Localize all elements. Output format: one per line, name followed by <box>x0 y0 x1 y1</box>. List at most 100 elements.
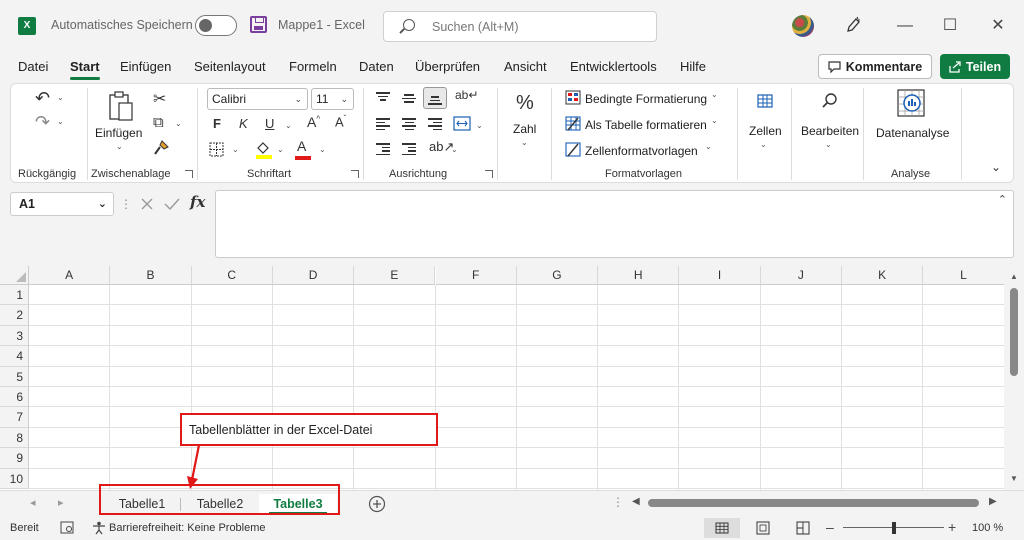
horizontal-scroll-thumb[interactable] <box>648 499 979 507</box>
borders-dropdown-icon[interactable]: ⌄ <box>232 145 239 154</box>
data-analysis-button[interactable]: Datenanalyse <box>876 126 949 140</box>
tab-start[interactable]: Start <box>70 59 100 80</box>
alignment-launcher-icon[interactable] <box>485 170 493 178</box>
autosave-toggle[interactable] <box>195 15 237 36</box>
grow-font-icon[interactable]: A^ <box>307 114 320 130</box>
tab-einfuegen[interactable]: Einfügen <box>120 59 171 74</box>
format-painter-icon[interactable] <box>153 140 169 156</box>
coauthor-pen-icon[interactable] <box>845 16 861 34</box>
wrap-text-icon[interactable]: ab↵ <box>455 88 478 102</box>
column-header-d[interactable]: D <box>272 266 355 285</box>
zoom-level[interactable]: 100 % <box>972 522 1003 534</box>
cancel-icon[interactable] <box>140 197 154 211</box>
font-name-select[interactable]: Calibri ⌄ <box>207 88 308 110</box>
macro-record-icon[interactable] <box>60 521 74 534</box>
vertical-scroll-thumb[interactable] <box>1010 288 1018 376</box>
cells-icon[interactable] <box>756 92 774 110</box>
tab-splitter-icon[interactable]: ⋮ <box>612 495 624 509</box>
bold-button[interactable]: F <box>213 116 221 131</box>
add-sheet-icon[interactable] <box>368 495 386 513</box>
decrease-indent-icon[interactable] <box>376 143 390 155</box>
maximize-button[interactable]: ☐ <box>937 14 963 38</box>
avatar[interactable] <box>792 15 814 37</box>
paste-icon[interactable] <box>108 90 134 122</box>
format-as-table-button[interactable]: Als Tabelle formatieren <box>585 118 707 132</box>
orientation-dropdown-icon[interactable]: ⌄ <box>451 145 458 154</box>
column-header-f[interactable]: F <box>435 266 517 285</box>
borders-icon[interactable] <box>209 142 224 157</box>
tab-seitenlayout[interactable]: Seitenlayout <box>194 59 266 74</box>
format-as-table-icon[interactable] <box>565 116 581 131</box>
page-layout-icon[interactable] <box>756 521 770 535</box>
tab-ueberpruefen[interactable]: Überprüfen <box>415 59 480 74</box>
chevron-down-icon[interactable]: ⌄ <box>711 116 718 125</box>
align-middle-icon[interactable] <box>402 94 416 106</box>
worksheet-grid[interactable]: A B C D E F G H I J K L 1 2 3 4 5 6 7 8 9 10 <box>0 266 1004 490</box>
row-header-5[interactable]: 5 <box>0 366 29 387</box>
tab-daten[interactable]: Daten <box>359 59 394 74</box>
save-icon[interactable] <box>250 16 267 33</box>
formula-input[interactable]: ⌃ <box>215 190 1014 258</box>
chevron-down-icon[interactable]: ⌄ <box>705 142 712 151</box>
merge-center-icon[interactable] <box>453 116 471 131</box>
editing-dropdown-icon[interactable]: ⌄ <box>825 140 832 149</box>
copy-dropdown-icon[interactable]: ⌄ <box>175 119 182 128</box>
paste-label[interactable]: Einfügen <box>95 126 142 140</box>
row-header-8[interactable]: 8 <box>0 427 29 449</box>
enter-icon[interactable] <box>164 197 180 211</box>
cell-styles-button[interactable]: Zellenformatvorlagen <box>585 144 698 158</box>
column-header-e[interactable]: E <box>354 266 436 285</box>
undo-dropdown-icon[interactable]: ⌄ <box>57 93 64 102</box>
row-header-4[interactable]: 4 <box>0 346 29 367</box>
accessibility-icon[interactable] <box>92 521 106 535</box>
redo-icon[interactable]: ↷ <box>35 112 50 133</box>
copy-icon[interactable]: ⧉ <box>153 114 164 131</box>
data-analysis-icon[interactable] <box>896 88 926 118</box>
tab-entwicklertools[interactable]: Entwicklertools <box>570 59 657 74</box>
collapse-ribbon-icon[interactable]: ⌄ <box>991 160 1001 174</box>
editing-label[interactable]: Bearbeiten <box>801 124 859 138</box>
share-button[interactable]: Teilen <box>940 54 1010 79</box>
name-box[interactable]: A1 ⌄ <box>10 192 114 216</box>
merge-dropdown-icon[interactable]: ⌄ <box>476 121 483 130</box>
align-right-icon[interactable] <box>428 118 442 130</box>
row-header-1[interactable]: 1 <box>0 285 29 306</box>
redo-dropdown-icon[interactable]: ⌄ <box>57 117 64 126</box>
accessibility-status[interactable]: Barrierefreiheit: Keine Probleme <box>109 522 266 534</box>
minimize-button[interactable]: — <box>892 14 918 38</box>
select-all-corner[interactable] <box>0 266 29 285</box>
row-header-7[interactable]: 7 <box>0 407 29 428</box>
column-header-k[interactable]: K <box>842 266 924 285</box>
align-center-icon[interactable] <box>402 118 416 130</box>
cut-icon[interactable]: ✂ <box>153 89 166 109</box>
italic-button[interactable]: K <box>239 116 248 131</box>
find-icon[interactable] <box>821 92 838 110</box>
row-header-6[interactable]: 6 <box>0 387 29 408</box>
row-header-9[interactable]: 9 <box>0 448 29 469</box>
scroll-down-icon[interactable]: ▼ <box>1010 474 1018 483</box>
cell-styles-icon[interactable] <box>565 142 581 157</box>
column-header-i[interactable]: I <box>679 266 761 285</box>
column-header-g[interactable]: G <box>516 266 599 285</box>
vertical-scrollbar[interactable]: ▲ ▼ <box>1004 266 1024 490</box>
column-header-l[interactable]: L <box>923 266 1004 285</box>
scroll-right-icon[interactable]: ▶ <box>989 496 997 507</box>
percent-icon[interactable]: % <box>516 92 534 115</box>
cells-dropdown-icon[interactable]: ⌄ <box>760 140 767 149</box>
prev-sheet-icon[interactable]: ◂ <box>30 496 36 509</box>
underline-dropdown-icon[interactable]: ⌄ <box>285 121 292 130</box>
row-header-3[interactable]: 3 <box>0 325 29 347</box>
row-header-2[interactable]: 2 <box>0 305 29 326</box>
chevron-down-icon[interactable]: ⌄ <box>711 90 718 99</box>
comments-button[interactable]: Kommentare <box>818 54 932 79</box>
close-button[interactable]: ✕ <box>985 14 1011 38</box>
paste-dropdown-icon[interactable]: ⌄ <box>116 142 123 151</box>
align-left-icon[interactable] <box>376 118 390 130</box>
fill-color-icon[interactable] <box>255 140 273 159</box>
conditional-formatting-icon[interactable] <box>565 90 581 105</box>
insert-function-button[interactable]: fx <box>190 193 205 211</box>
chevron-up-icon[interactable]: ⌃ <box>998 193 1007 206</box>
align-top-icon[interactable] <box>376 92 390 104</box>
fill-color-dropdown-icon[interactable]: ⌄ <box>277 145 284 154</box>
increase-indent-icon[interactable] <box>402 143 416 155</box>
